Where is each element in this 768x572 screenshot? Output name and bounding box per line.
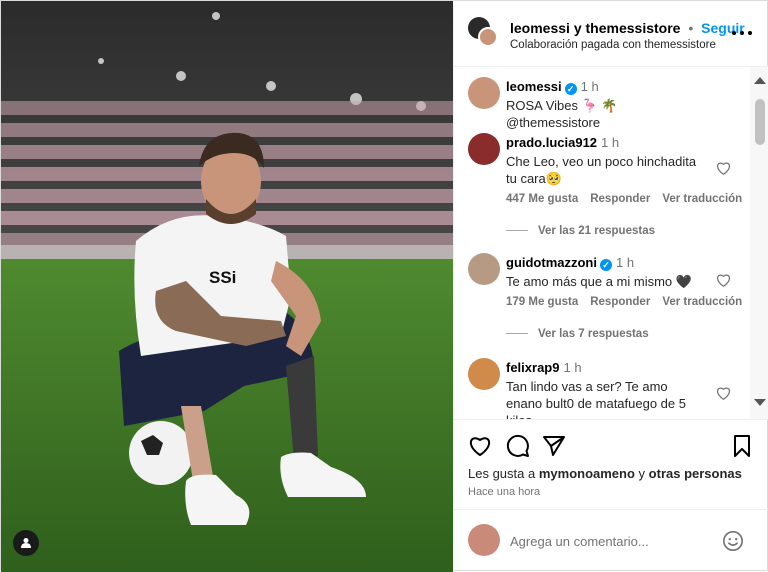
post-header: leomessi y themessistore • Seguir Colabo…: [454, 1, 768, 67]
heart-icon[interactable]: [468, 434, 492, 458]
likes-connector: y: [638, 466, 646, 481]
post-side-panel: leomessi y themessistore • Seguir Colabo…: [453, 1, 768, 572]
verified-icon: ✓: [564, 83, 577, 95]
collaborator-avatar[interactable]: [478, 27, 498, 47]
commenter-avatar[interactable]: [468, 358, 500, 390]
post-photo[interactable]: SSi: [1, 1, 453, 572]
more-icon: [732, 31, 736, 35]
comment-text: Te amo más que a mi mismo 🖤: [506, 274, 692, 289]
comment-like-icon[interactable]: [716, 386, 731, 400]
view-replies-button[interactable]: Ver las 7 respuestas: [506, 328, 649, 340]
caption-username[interactable]: leomessi: [506, 79, 562, 94]
view-replies-label: Ver las 7 respuestas: [538, 328, 649, 340]
comment-time[interactable]: 1 h: [616, 255, 634, 270]
comment-time[interactable]: 1 h: [601, 135, 619, 150]
caption-text: ROSA Vibes 🦩 🌴 @themessistore: [506, 98, 618, 130]
svg-text:SSi: SSi: [209, 268, 236, 287]
commenter-avatar[interactable]: [468, 253, 500, 285]
post-time[interactable]: Hace una hora: [468, 486, 540, 498]
commenter-username[interactable]: felixrap9: [506, 360, 559, 375]
comment-text: Tan lindo vas a ser? Te amo enano bult0 …: [506, 379, 686, 419]
comment-time[interactable]: 1 h: [563, 360, 581, 375]
likes-prefix: Les gusta a: [468, 466, 536, 481]
comment-input[interactable]: [510, 530, 710, 552]
view-replies-button[interactable]: Ver las 21 respuestas: [506, 225, 655, 237]
scroll-down-arrow-icon[interactable]: [754, 399, 766, 406]
likes-summary[interactable]: Les gusta a mymonoameno y otras personas: [468, 466, 742, 481]
scroll-up-arrow-icon[interactable]: [754, 77, 766, 84]
reply-button[interactable]: Responder: [590, 193, 650, 205]
view-replies-label: Ver las 21 respuestas: [538, 225, 655, 237]
commenter-username[interactable]: guidotmazzoni: [506, 255, 597, 270]
current-user-avatar: [468, 524, 500, 556]
comment-likes-count[interactable]: 447 Me gusta: [506, 193, 578, 205]
comment-like-icon[interactable]: [716, 161, 731, 175]
post-dialog: SSi leomessi y themessistore • Seguir Co…: [0, 0, 768, 572]
likes-others[interactable]: otras personas: [649, 466, 742, 481]
header-joiner: y: [573, 20, 582, 36]
reply-button[interactable]: Responder: [590, 296, 650, 308]
translate-button[interactable]: Ver traducción: [662, 193, 742, 205]
commenter-avatar[interactable]: [468, 133, 500, 165]
bookmark-icon[interactable]: [730, 434, 754, 458]
likes-user[interactable]: mymonoameno: [539, 466, 635, 481]
comment-likes-count[interactable]: 179 Me gusta: [506, 296, 578, 308]
commenter-username[interactable]: prado.lucia912: [506, 135, 597, 150]
verified-icon: ✓: [600, 259, 612, 271]
translate-button[interactable]: Ver traducción: [662, 296, 742, 308]
scroll-thumb[interactable]: [755, 99, 765, 145]
add-comment-bar: [454, 509, 768, 572]
send-icon[interactable]: [542, 434, 566, 458]
comment-text: Che Leo, veo un poco hinchadita tu cara🥺: [506, 154, 697, 186]
post-image: SSi: [1, 1, 453, 572]
comment-like-icon[interactable]: [716, 273, 731, 287]
caption-avatar[interactable]: [468, 77, 500, 109]
caption-time[interactable]: 1 h: [581, 79, 599, 94]
comments-scrollbar[interactable]: [750, 67, 768, 419]
author-username[interactable]: leomessi: [510, 20, 570, 36]
emoji-icon[interactable]: [722, 530, 744, 552]
more-options-button[interactable]: [732, 25, 752, 41]
user-tag-icon: [21, 538, 31, 548]
comment-icon[interactable]: [506, 434, 530, 458]
post-header-title: leomessi y themessistore • Seguir: [510, 20, 745, 36]
header-separator: •: [688, 20, 694, 36]
comments-list[interactable]: leomessi ✓ 1 h ROSA Vibes 🦩 🌴 @themessisto…: [454, 67, 750, 419]
user-tag-button[interactable]: [13, 530, 39, 556]
collaborator-username[interactable]: themessistore: [586, 20, 681, 36]
paid-partnership-label[interactable]: Colaboración pagada con themessistore: [510, 39, 716, 51]
